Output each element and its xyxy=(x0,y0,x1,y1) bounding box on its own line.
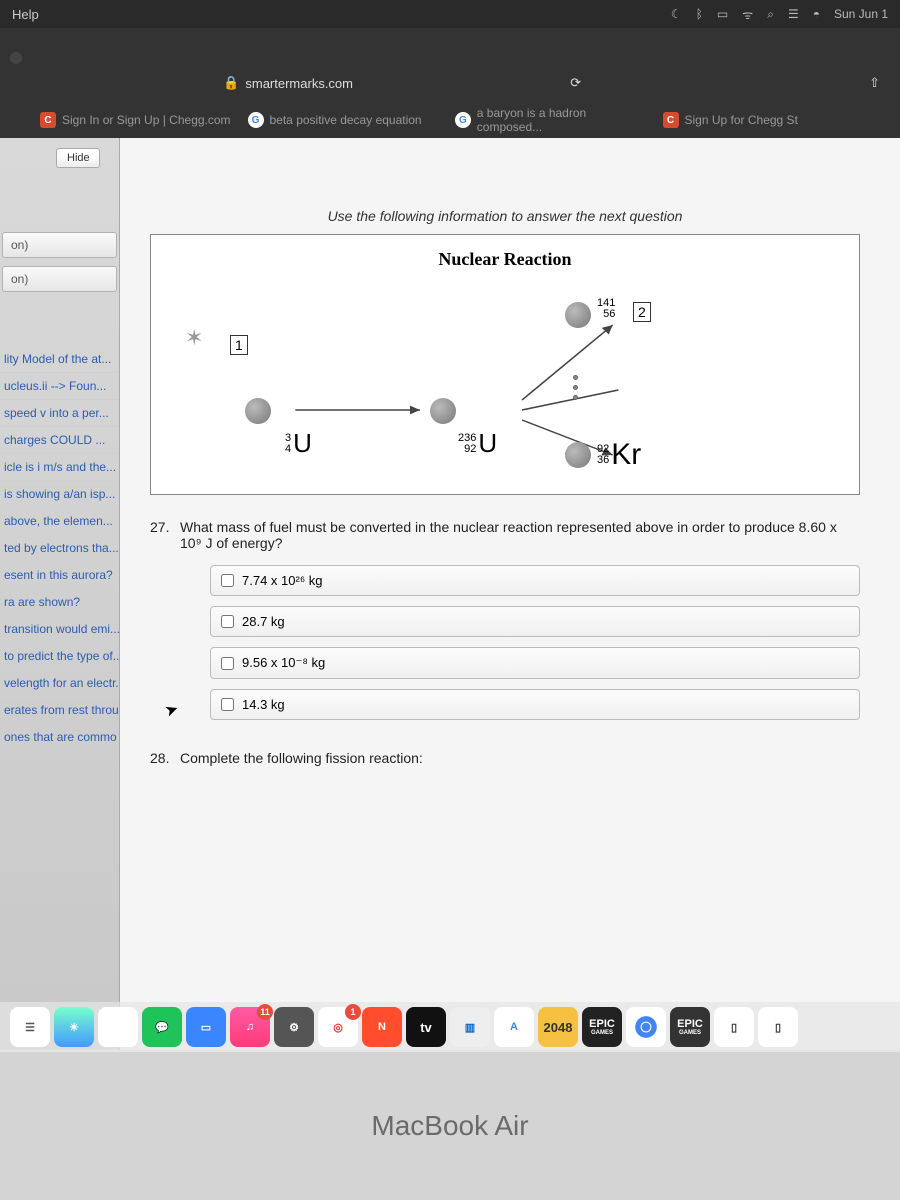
reaction-diagram: Nuclear Reaction ✶ 1 34 U 236 xyxy=(150,234,860,495)
tab-indicator xyxy=(10,52,22,64)
messages-icon[interactable]: 💬 xyxy=(142,1007,182,1047)
doc-icon[interactable]: ▯ xyxy=(714,1007,754,1047)
question-text: What mass of fuel must be converted in t… xyxy=(180,519,860,551)
atom-icon xyxy=(245,398,271,424)
photos-icon[interactable]: ✿ xyxy=(98,1007,138,1047)
sidebar-nav-2[interactable]: on) xyxy=(2,266,117,292)
reload-icon[interactable]: ⟳ xyxy=(570,75,581,91)
bookmark-3[interactable]: Ga baryon is a hadron composed... xyxy=(455,106,653,134)
moon-icon[interactable]: ☾ xyxy=(671,7,682,21)
sidebar-item[interactable]: ra are shown? xyxy=(0,589,119,616)
isotope-u-left: 34 U xyxy=(285,428,312,459)
bookmark-4[interactable]: CSign Up for Chegg St xyxy=(663,112,861,128)
tv-icon[interactable]: tv xyxy=(406,1007,446,1047)
sidebar-item[interactable]: transition would emi... xyxy=(0,616,119,643)
question-number: 28. xyxy=(150,750,180,766)
bluetooth-icon[interactable]: ᛒ xyxy=(696,7,703,21)
search-icon[interactable]: ⌕ xyxy=(767,7,774,22)
burst-icon: ✶ xyxy=(185,325,203,351)
option-c[interactable]: 9.56 x 10⁻⁸ kg xyxy=(210,647,860,679)
question-sidebar: Hide on) on) lity Model of the at... ucl… xyxy=(0,138,120,1050)
question-number: 27. xyxy=(150,519,180,551)
chrome-icon[interactable] xyxy=(626,1007,666,1047)
isotope-top: 14156 xyxy=(597,298,617,320)
laptop-chassis: MacBook Air xyxy=(0,1052,900,1200)
option-checkbox[interactable] xyxy=(221,698,234,711)
url-text: smartermarks.com xyxy=(245,76,353,91)
box-label-2: 2 xyxy=(633,302,651,322)
diagram-title: Nuclear Reaction xyxy=(165,249,845,270)
sidebar-item[interactable]: velength for an electr... xyxy=(0,670,119,697)
translate-icon[interactable]: A xyxy=(494,1007,534,1047)
menu-help[interactable]: Help xyxy=(12,7,39,22)
option-b[interactable]: 28.7 kg xyxy=(210,606,860,637)
isotope-u-236: 23692 U xyxy=(458,428,497,459)
wifi-icon[interactable]: ᯤ xyxy=(742,6,753,23)
option-checkbox[interactable] xyxy=(221,615,234,628)
bookmark-1[interactable]: CSign In or Sign Up | Chegg.com xyxy=(40,112,238,128)
weather-icon[interactable]: ☀ xyxy=(54,1007,94,1047)
box-label-1: 1 xyxy=(230,335,248,355)
sidebar-item[interactable]: erates from rest throu... xyxy=(0,697,119,724)
sidebar-item[interactable]: ucleus.ii --> Foun... xyxy=(0,373,119,400)
isotope-kr: 9236 Kr xyxy=(597,438,641,472)
share-icon[interactable]: ⇧ xyxy=(869,75,880,91)
control-center-icon[interactable]: ☰ xyxy=(788,7,799,21)
sidebar-item[interactable]: above, the elemen... xyxy=(0,508,119,535)
n-app-icon[interactable]: N xyxy=(362,1007,402,1047)
atom-icon xyxy=(565,442,591,468)
sidebar-item[interactable]: ted by electrons tha... xyxy=(0,535,119,562)
sidebar-item[interactable]: charges COULD ... xyxy=(0,427,119,454)
question-27: 27. What mass of fuel must be converted … xyxy=(150,519,860,551)
game-2048-icon[interactable]: 2048 xyxy=(538,1007,578,1047)
settings-icon[interactable]: ⚙ xyxy=(274,1007,314,1047)
siri-icon[interactable]: ◓ xyxy=(813,7,820,21)
option-checkbox[interactable] xyxy=(221,574,234,587)
atom-icon xyxy=(565,302,591,328)
sidebar-nav-1[interactable]: on) xyxy=(2,232,117,258)
info-line: Use the following information to answer … xyxy=(150,208,860,224)
sidebar-item[interactable]: ones that are commo xyxy=(0,724,119,751)
books-icon[interactable]: ▥ xyxy=(450,1007,490,1047)
sidebar-item[interactable]: lity Model of the at... xyxy=(0,346,119,373)
question-text: Complete the following fission reaction: xyxy=(180,750,860,766)
finder-icon[interactable]: ☰ xyxy=(10,1007,50,1047)
laptop-brand: MacBook Air xyxy=(371,1110,528,1142)
question-28: 28. Complete the following fission react… xyxy=(150,750,860,766)
bookmarks-bar: CSign In or Sign Up | Chegg.com Gbeta po… xyxy=(0,102,900,138)
q27-options: 7.74 x 10²⁶ kg 28.7 kg 9.56 x 10⁻⁸ kg 14… xyxy=(210,565,860,720)
question-pane: Use the following information to answer … xyxy=(120,138,900,1050)
bookmark-2[interactable]: Gbeta positive decay equation xyxy=(248,112,446,128)
atom-icon xyxy=(430,398,456,424)
sidebar-item[interactable]: icle is i m/s and the... xyxy=(0,454,119,481)
address-bar[interactable]: 🔒 smartermarks.com xyxy=(20,75,556,91)
option-d[interactable]: 14.3 kg xyxy=(210,689,860,720)
battery-icon[interactable]: ▭ xyxy=(717,7,728,21)
browser-chrome: 🔒 smartermarks.com ⟳ ⇧ CSign In or Sign … xyxy=(0,28,900,138)
epic-icon-2[interactable]: EPICGAMES xyxy=(670,1007,710,1047)
hide-button[interactable]: Hide xyxy=(56,148,100,168)
epic-icon[interactable]: EPICGAMES xyxy=(582,1007,622,1047)
music-icon[interactable]: ♫11 xyxy=(230,1007,270,1047)
sidebar-item[interactable]: esent in this aurora? xyxy=(0,562,119,589)
doc-icon-2[interactable]: ▯ xyxy=(758,1007,798,1047)
sidebar-item[interactable]: to predict the type of... xyxy=(0,643,119,670)
option-checkbox[interactable] xyxy=(221,657,234,670)
sidebar-item[interactable]: is showing a/an isp... xyxy=(0,481,119,508)
target-icon[interactable]: ◎1 xyxy=(318,1007,358,1047)
lock-icon: 🔒 xyxy=(223,75,239,91)
option-a[interactable]: 7.74 x 10²⁶ kg xyxy=(210,565,860,596)
neutrons-icon xyxy=(573,375,578,400)
mac-menubar: Help ☾ ᛒ ▭ ᯤ ⌕ ☰ ◓ Sun Jun 1 xyxy=(0,0,900,28)
sidebar-item[interactable]: speed v into a per... xyxy=(0,400,119,427)
screen-icon[interactable]: ▭ xyxy=(186,1007,226,1047)
clock-label[interactable]: Sun Jun 1 xyxy=(834,7,888,21)
dock: ☰ ☀ ✿ 💬 ▭ ♫11 ⚙ ◎1 N tv ▥ A 2048 EPICGAM… xyxy=(0,1002,900,1052)
